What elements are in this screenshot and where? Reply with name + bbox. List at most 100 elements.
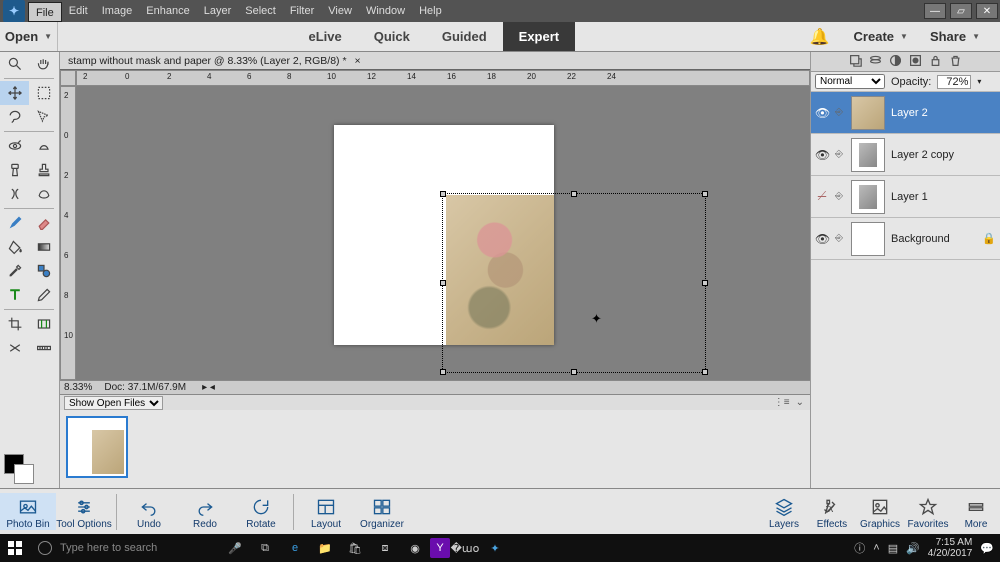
cmd-layout[interactable]: Layout: [298, 493, 354, 530]
redeye-tool[interactable]: [0, 134, 29, 158]
layer-row[interactable]: 👁⎆Layer 2: [811, 92, 1000, 134]
handle-se[interactable]: [702, 369, 708, 375]
blend-mode-select[interactable]: Normal: [815, 74, 885, 89]
steam-icon[interactable]: �աօ: [450, 534, 480, 562]
sponge-tool[interactable]: [29, 182, 58, 206]
menu-filter[interactable]: Filter: [283, 0, 321, 22]
menu-image[interactable]: Image: [95, 0, 140, 22]
layer-row[interactable]: 👁⎆Layer 2 copy: [811, 134, 1000, 176]
bin-menu-icon[interactable]: ⋮≡: [774, 397, 790, 408]
color-swatches[interactable]: [0, 448, 59, 488]
handle-w[interactable]: [440, 280, 446, 286]
link-slot[interactable]: ⎆: [835, 233, 845, 244]
handle-s[interactable]: [571, 369, 577, 375]
window-maximize[interactable]: ▱: [950, 3, 972, 19]
cmd-tooloptions[interactable]: Tool Options: [56, 493, 112, 530]
tray-help-icon[interactable]: ⓘ: [854, 540, 865, 556]
pencil-tool[interactable]: [29, 283, 58, 307]
layer-thumbnail[interactable]: [851, 138, 885, 172]
content-aware-tool[interactable]: [0, 336, 29, 360]
photobin-dropdown[interactable]: Show Open Files: [64, 396, 163, 410]
canvas-viewport[interactable]: ✦: [76, 86, 810, 380]
cmd-layers[interactable]: Layers: [760, 493, 808, 530]
fill-tool[interactable]: [0, 235, 29, 259]
mask-icon[interactable]: [909, 54, 922, 70]
close-tab-icon[interactable]: ×: [355, 55, 361, 67]
explorer-icon[interactable]: 📁: [310, 534, 340, 562]
recompose-tool[interactable]: [29, 312, 58, 336]
notification-bell-icon[interactable]: 🔔: [810, 27, 830, 47]
cmd-graphics[interactable]: Graphics: [856, 493, 904, 530]
handle-n[interactable]: [571, 191, 577, 197]
window-minimize[interactable]: —: [924, 3, 946, 19]
handle-nw[interactable]: [440, 191, 446, 197]
menu-select[interactable]: Select: [238, 0, 283, 22]
quick-select-tool[interactable]: [29, 105, 58, 129]
opacity-input[interactable]: 72%: [937, 75, 971, 89]
link-slot[interactable]: ⎆: [835, 107, 845, 118]
store-icon[interactable]: 🛍: [340, 534, 370, 562]
share-button[interactable]: Share▼: [922, 29, 988, 44]
layer-row[interactable]: 👁⎆Background🔒: [811, 218, 1000, 260]
menu-edit[interactable]: Edit: [62, 0, 95, 22]
handle-ne[interactable]: [702, 191, 708, 197]
type-tool[interactable]: [0, 283, 29, 307]
lasso-tool[interactable]: [0, 105, 29, 129]
link-slot[interactable]: ⎆: [835, 191, 845, 202]
move-tool[interactable]: [0, 81, 29, 105]
adjust-layer-icon[interactable]: [889, 54, 902, 70]
cmd-undo[interactable]: Undo: [121, 493, 177, 530]
open-button[interactable]: Open▼: [0, 22, 58, 51]
taskview-icon[interactable]: ⧉: [250, 534, 280, 562]
hand-tool[interactable]: [29, 52, 58, 76]
zoom-tool[interactable]: [0, 52, 29, 76]
gradient-tool[interactable]: [29, 235, 58, 259]
visibility-toggle[interactable]: ⟋: [815, 189, 829, 204]
visibility-toggle[interactable]: 👁: [815, 106, 829, 120]
tray-network-icon[interactable]: ▤: [888, 542, 898, 555]
mode-guided[interactable]: Guided: [426, 22, 503, 51]
cmd-photobin[interactable]: Photo Bin: [0, 493, 56, 530]
mode-expert[interactable]: Expert: [503, 22, 575, 51]
menu-window[interactable]: Window: [359, 0, 412, 22]
transform-box[interactable]: [442, 193, 706, 373]
layer-thumbnail[interactable]: [851, 222, 885, 256]
window-close[interactable]: ✕: [976, 3, 998, 19]
background-swatch[interactable]: [14, 464, 34, 484]
lock-icon[interactable]: [929, 54, 942, 70]
new-layer-icon[interactable]: [849, 54, 862, 70]
bin-collapse-icon[interactable]: ⌄: [796, 397, 804, 408]
straighten-tool[interactable]: [29, 336, 58, 360]
taskbar-search[interactable]: Type here to search: [30, 541, 220, 555]
menu-file[interactable]: File: [28, 2, 62, 22]
visibility-toggle[interactable]: 👁: [815, 148, 829, 162]
yahoo-icon[interactable]: Y: [430, 538, 450, 558]
visibility-toggle[interactable]: 👁: [815, 232, 829, 246]
bin-thumbnail[interactable]: [66, 416, 128, 478]
menu-view[interactable]: View: [321, 0, 359, 22]
pse-icon[interactable]: ✦: [480, 534, 510, 562]
dropbox-icon[interactable]: ⧈: [370, 534, 400, 562]
action-center-icon[interactable]: 💬: [980, 542, 994, 555]
new-group-icon[interactable]: [869, 54, 882, 70]
spot-heal-tool[interactable]: [0, 158, 29, 182]
layer-thumbnail[interactable]: [851, 180, 885, 214]
taskbar-clock[interactable]: 7:15 AM4/20/2017: [928, 537, 973, 559]
brush-tool[interactable]: [0, 211, 29, 235]
chrome-icon[interactable]: ◉: [400, 534, 430, 562]
mic-icon[interactable]: 🎤: [220, 534, 250, 562]
handle-sw[interactable]: [440, 369, 446, 375]
start-button[interactable]: [0, 534, 30, 562]
smudge-tool[interactable]: [0, 182, 29, 206]
stamp-tool[interactable]: [29, 158, 58, 182]
crop-tool[interactable]: [0, 312, 29, 336]
tray-up-icon[interactable]: ˄: [873, 542, 879, 554]
create-button[interactable]: Create▼: [846, 29, 916, 44]
tray-volume-icon[interactable]: 🔊: [906, 542, 920, 555]
delete-layer-icon[interactable]: [949, 54, 962, 70]
zoom-level[interactable]: 8.33%: [64, 382, 92, 393]
link-slot[interactable]: ⎆: [835, 149, 845, 160]
eyedropper-tool[interactable]: [0, 259, 29, 283]
mode-quick[interactable]: Quick: [358, 22, 426, 51]
menu-layer[interactable]: Layer: [197, 0, 239, 22]
